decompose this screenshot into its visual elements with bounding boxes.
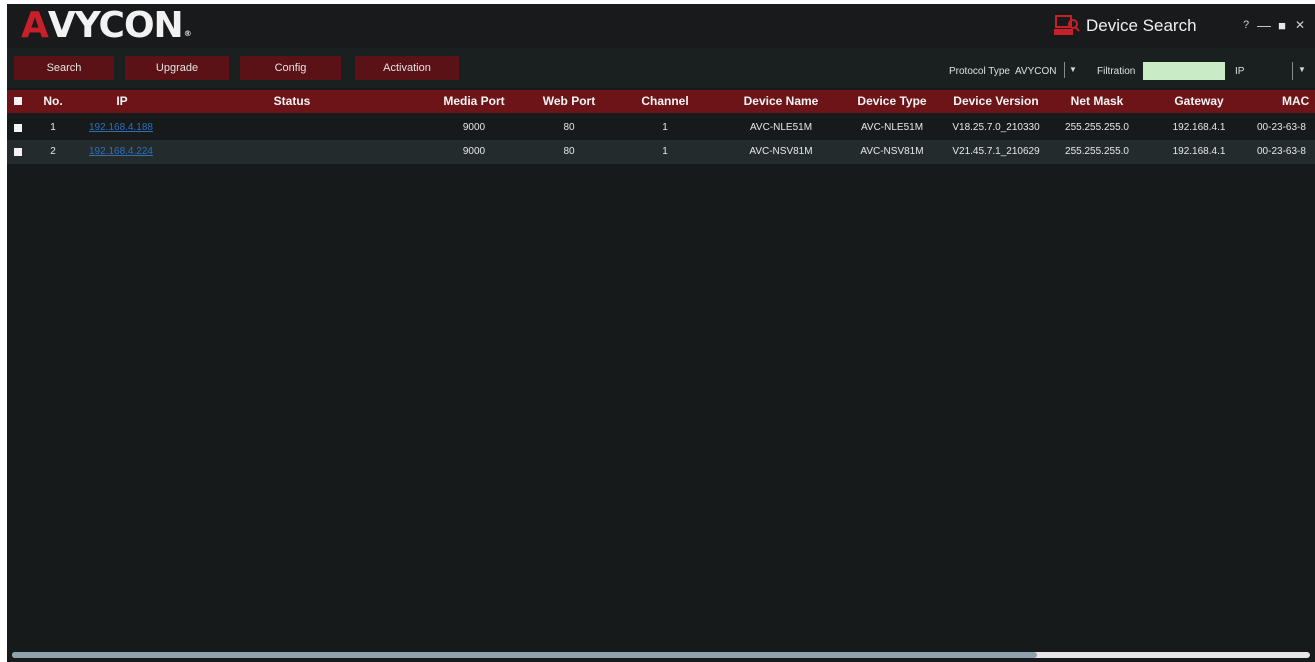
cell-gateway: 192.168.4.1 <box>1172 122 1226 133</box>
cell-no: 2 <box>50 146 56 157</box>
horizontal-scrollbar-thumb[interactable] <box>12 652 1037 658</box>
close-icon[interactable]: ✕ <box>1292 16 1308 34</box>
protocol-type-label: Protocol Type <box>949 66 1010 77</box>
cell-device-name: AVC-NLE51M <box>749 122 813 133</box>
table-row[interactable]: 1 192.168.4.188 9000 80 1 AVC-NLE51M AVC… <box>7 116 1315 140</box>
cell-device-version: V21.45.7.1_210629 <box>952 146 1040 157</box>
cell-web-port: 80 <box>563 146 575 157</box>
cell-status <box>257 116 327 140</box>
row-checkbox[interactable] <box>14 148 22 156</box>
cell-no: 1 <box>50 122 56 133</box>
protocol-type-select[interactable]: AVYCON <box>1015 66 1057 77</box>
column-status[interactable]: Status <box>257 90 327 113</box>
column-channel[interactable]: Channel <box>633 90 697 113</box>
cell-device-type: AVC-NLE51M <box>860 122 924 133</box>
filter-type-divider <box>1292 62 1293 80</box>
column-gateway[interactable]: Gateway <box>1166 90 1232 113</box>
cell-gateway: 192.168.4.1 <box>1172 146 1226 157</box>
protocol-divider <box>1064 62 1065 78</box>
logo-a: A <box>21 5 49 46</box>
cell-channel: 1 <box>662 122 668 133</box>
column-media-port[interactable]: Media Port <box>433 90 515 113</box>
device-search-window: A VYCON ® Device Search ? — ■ ✕ Search Upg… <box>7 4 1315 662</box>
title-bar: A VYCON ® Device Search ? — ■ ✕ <box>7 4 1315 48</box>
maximize-icon[interactable]: ■ <box>1274 16 1290 34</box>
cell-device-type: AVC-NSV81M <box>860 146 924 157</box>
column-net-mask[interactable]: Net Mask <box>1059 90 1135 113</box>
cell-mac: 00-23-63-8 <box>1257 122 1306 133</box>
column-mac[interactable]: MAC <box>1282 90 1315 113</box>
app-title: Device Search <box>1054 14 1197 38</box>
config-button[interactable]: Config <box>240 56 341 80</box>
column-device-version[interactable]: Device Version <box>941 90 1051 113</box>
upgrade-button[interactable]: Upgrade <box>125 56 229 80</box>
toolbar: Search Upgrade Config Activation Protoco… <box>7 48 1315 88</box>
filter-type-select[interactable]: IP <box>1235 66 1244 77</box>
filtration-label: Filtration <box>1097 66 1136 77</box>
cell-device-name: AVC-NSV81M <box>749 146 813 157</box>
cell-net-mask: 255.255.255.0 <box>1065 122 1129 133</box>
app-title-text: Device Search <box>1086 16 1197 35</box>
avycon-logo: A VYCON ® <box>21 5 192 46</box>
cell-net-mask: 255.255.255.0 <box>1065 146 1129 157</box>
column-web-port[interactable]: Web Port <box>533 90 605 113</box>
table-row[interactable]: 2 192.168.4.224 9000 80 1 AVC-NSV81M AVC… <box>7 140 1315 164</box>
filtration-input[interactable] <box>1143 62 1225 80</box>
column-no[interactable]: No. <box>37 90 69 113</box>
table-header: No. IP Status Media Port Web Port Channe… <box>7 90 1315 113</box>
cell-media-port: 9000 <box>462 122 486 133</box>
device-search-icon <box>1054 14 1080 38</box>
cell-web-port: 80 <box>563 122 575 133</box>
cell-ip-link[interactable]: 192.168.4.188 <box>89 116 179 140</box>
search-button[interactable]: Search <box>14 56 114 80</box>
filter-type-dropdown-arrow-icon[interactable]: ▼ <box>1298 65 1306 74</box>
cell-media-port: 9000 <box>462 146 486 157</box>
minimize-icon[interactable]: — <box>1256 16 1272 34</box>
column-device-type[interactable]: Device Type <box>847 90 937 113</box>
cell-channel: 1 <box>662 146 668 157</box>
cell-status <box>257 140 327 164</box>
select-all-checkbox[interactable] <box>14 97 22 105</box>
row-checkbox[interactable] <box>14 124 22 132</box>
column-device-name[interactable]: Device Name <box>733 90 829 113</box>
cell-ip-link[interactable]: 192.168.4.224 <box>89 140 179 164</box>
horizontal-scrollbar[interactable] <box>12 652 1310 658</box>
protocol-dropdown-arrow-icon[interactable]: ▼ <box>1069 65 1077 74</box>
help-icon[interactable]: ? <box>1238 16 1254 34</box>
cell-device-version: V18.25.7.0_210330 <box>952 122 1040 133</box>
logo-text: VYCON <box>47 5 184 46</box>
activation-button[interactable]: Activation <box>355 56 459 80</box>
column-ip[interactable]: IP <box>92 90 152 113</box>
cell-mac: 00-23-63-8 <box>1257 146 1306 157</box>
